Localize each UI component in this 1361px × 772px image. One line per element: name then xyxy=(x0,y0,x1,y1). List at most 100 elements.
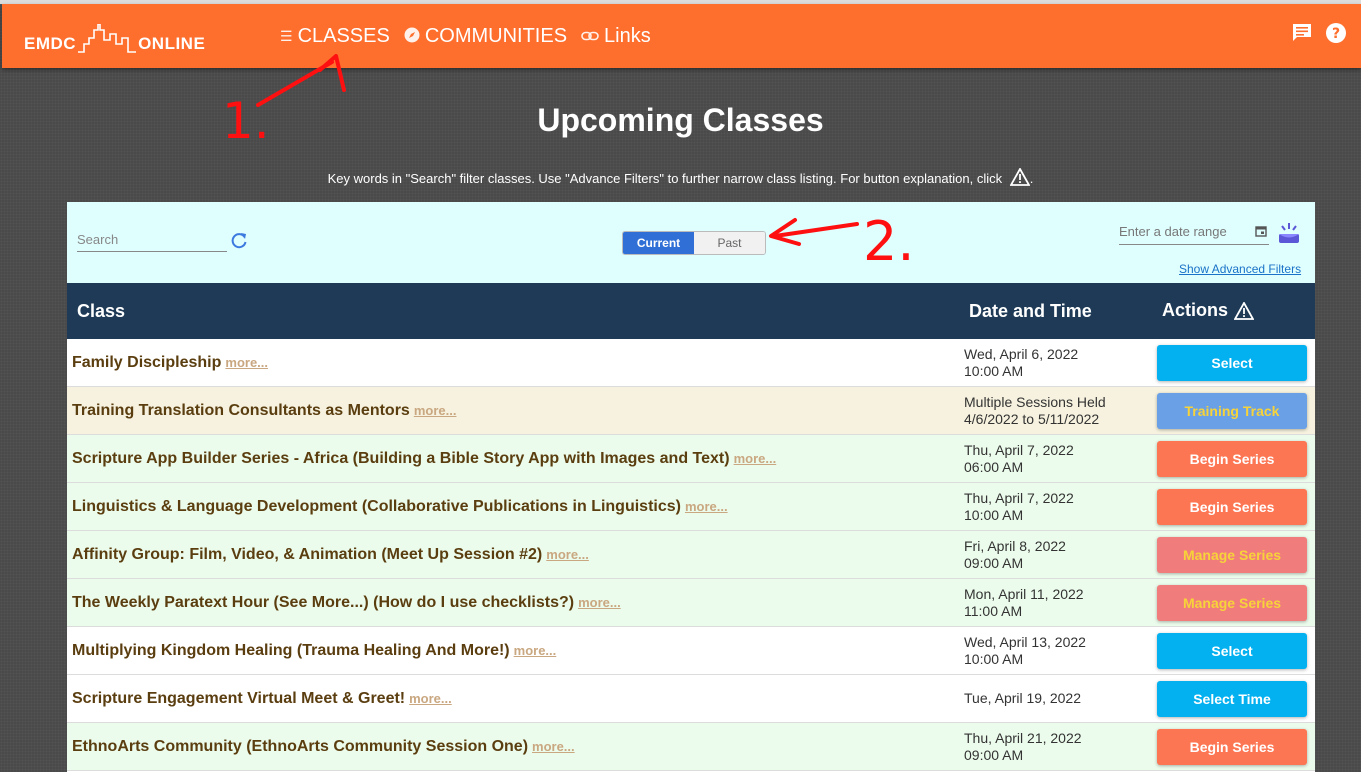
class-title-cell: Linguistics & Language Development (Coll… xyxy=(72,498,728,516)
calendar-icon[interactable] xyxy=(1255,225,1267,240)
time-line: 4/6/2022 to 5/11/2022 xyxy=(964,411,1100,427)
date-time-cell: Thu, April 21, 2022 09:00 AM xyxy=(964,730,1082,764)
class-title[interactable]: Family Discipleship xyxy=(72,354,221,371)
toggle-current[interactable]: Current xyxy=(623,232,694,254)
nav-links-label: Links xyxy=(604,24,651,47)
more-link[interactable]: more... xyxy=(578,595,621,610)
toggle-past[interactable]: Past xyxy=(694,232,765,254)
date-line: Fri, April 8, 2022 xyxy=(964,538,1066,554)
class-title[interactable]: The Weekly Paratext Hour (See More...) (… xyxy=(72,594,574,611)
date-time-cell: Thu, April 7, 2022 10:00 AM xyxy=(964,490,1074,524)
subtitle-end: . xyxy=(1029,171,1034,186)
action-button[interactable]: Begin Series xyxy=(1157,489,1307,525)
compass-icon xyxy=(404,27,420,46)
action-button[interactable]: Manage Series xyxy=(1157,537,1307,573)
classes-panel: Search Current Past Enter a date range S… xyxy=(67,202,1315,772)
class-title[interactable]: Scripture App Builder Series - Africa (B… xyxy=(72,450,730,467)
table-header: Class Date and Time Actions xyxy=(67,283,1315,339)
nav-communities[interactable]: COMMUNITIES xyxy=(404,25,567,48)
action-button[interactable]: Select xyxy=(1157,345,1307,381)
link-icon xyxy=(581,28,599,44)
date-range-placeholder: Enter a date range xyxy=(1119,224,1227,239)
logo-text-left: EMDC xyxy=(24,34,77,53)
action-button[interactable]: Manage Series xyxy=(1157,585,1307,621)
class-title[interactable]: Affinity Group: Film, Video, & Animation… xyxy=(72,546,542,563)
action-button[interactable]: Select xyxy=(1157,633,1307,669)
help-icon[interactable]: ? xyxy=(1325,22,1347,44)
date-line: Multiple Sessions Held xyxy=(964,394,1106,410)
more-link[interactable]: more... xyxy=(546,547,589,562)
time-line: 09:00 AM xyxy=(964,555,1024,571)
date-range-input[interactable]: Enter a date range xyxy=(1119,224,1269,245)
col-actions-label: Actions xyxy=(1162,300,1229,320)
class-title[interactable]: Linguistics & Language Development (Coll… xyxy=(72,498,681,515)
time-line: 10:00 AM xyxy=(964,363,1024,379)
more-link[interactable]: more... xyxy=(734,451,777,466)
col-actions: Actions xyxy=(1162,300,1255,321)
header-icons: ? xyxy=(1291,22,1347,44)
chat-icon[interactable] xyxy=(1291,22,1313,44)
main-nav: ☰ CLASSES COMMUNITIES Links xyxy=(280,4,665,68)
class-title-cell: Scripture Engagement Virtual Meet & Gree… xyxy=(72,690,452,708)
date-line: Tue, April 19, 2022 xyxy=(964,690,1082,706)
more-link[interactable]: more... xyxy=(409,691,452,706)
col-class: Class xyxy=(77,301,126,321)
more-link[interactable]: more... xyxy=(532,739,575,754)
class-title-cell: Family Discipleship more... xyxy=(72,354,268,372)
table-row: Scripture App Builder Series - Africa (B… xyxy=(67,435,1315,483)
more-link[interactable]: more... xyxy=(685,499,728,514)
list-icon: ☰ xyxy=(280,27,293,44)
nav-links[interactable]: Links xyxy=(581,25,651,48)
time-line: 06:00 AM xyxy=(964,459,1024,475)
date-line: Thu, April 7, 2022 xyxy=(964,442,1074,458)
show-advanced-filters-link[interactable]: Show Advanced Filters xyxy=(1179,262,1301,276)
table-row: Family Discipleship more... Wed, April 6, … xyxy=(67,339,1315,387)
table-row: Affinity Group: Film, Video, & Animation… xyxy=(67,531,1315,579)
date-line: Thu, April 21, 2022 xyxy=(964,730,1082,746)
nav-classes[interactable]: ☰ CLASSES xyxy=(280,25,390,48)
date-time-cell: Multiple Sessions Held 4/6/2022 to 5/11/2… xyxy=(964,394,1106,428)
action-button[interactable]: Select Time xyxy=(1157,681,1307,717)
table-row: Scripture Engagement Virtual Meet & Gree… xyxy=(67,675,1315,723)
action-button[interactable]: Training Track xyxy=(1157,393,1307,429)
subtitle-text: Key words in "Search" filter classes. Us… xyxy=(327,171,1003,186)
date-time-cell: Thu, April 7, 2022 06:00 AM xyxy=(964,442,1074,476)
class-list: Family Discipleship more... Wed, April 6, … xyxy=(67,339,1315,771)
emdc-online-logo[interactable]: EMDC ONLINE xyxy=(24,20,205,54)
time-line: 10:00 AM xyxy=(964,651,1024,667)
date-line: Wed, April 13, 2022 xyxy=(964,634,1086,650)
warning-icon[interactable] xyxy=(1009,167,1031,189)
class-title-cell: Training Translation Consultants as Ment… xyxy=(72,402,456,420)
more-link[interactable]: more... xyxy=(225,355,268,370)
class-title[interactable]: Scripture Engagement Virtual Meet & Gree… xyxy=(72,690,405,707)
more-link[interactable]: more... xyxy=(414,403,457,418)
table-row: Multiplying Kingdom Healing (Trauma Heal… xyxy=(67,627,1315,675)
filter-bar: Search Current Past Enter a date range S… xyxy=(67,202,1315,283)
class-title-cell: Scripture App Builder Series - Africa (B… xyxy=(72,450,776,468)
table-row: The Weekly Paratext Hour (See More...) (… xyxy=(67,579,1315,627)
page-subtitle: Key words in "Search" filter classes. Us… xyxy=(0,167,1361,189)
action-button[interactable]: Begin Series xyxy=(1157,441,1307,477)
class-title[interactable]: Training Translation Consultants as Ment… xyxy=(72,402,410,419)
filter-reset-icon[interactable] xyxy=(1277,221,1301,250)
date-time-cell: Mon, April 11, 2022 11:00 AM xyxy=(964,586,1084,620)
time-line: 09:00 AM xyxy=(964,747,1024,763)
refresh-icon[interactable] xyxy=(230,232,248,255)
time-line: 11:00 AM xyxy=(964,603,1023,619)
date-time-cell: Tue, April 19, 2022 xyxy=(964,690,1081,707)
action-button[interactable]: Begin Series xyxy=(1157,729,1307,765)
page-title: Upcoming Classes xyxy=(537,102,824,138)
class-title[interactable]: Multiplying Kingdom Healing (Trauma Heal… xyxy=(72,642,510,659)
search-input[interactable]: Search xyxy=(77,232,227,252)
date-line: Thu, April 7, 2022 xyxy=(964,490,1074,506)
logo-text-right: ONLINE xyxy=(138,34,206,53)
table-row: Linguistics & Language Development (Coll… xyxy=(67,483,1315,531)
class-title-cell: Affinity Group: Film, Video, & Animation… xyxy=(72,546,589,564)
actions-warning-icon[interactable] xyxy=(1234,301,1255,320)
class-title-cell: The Weekly Paratext Hour (See More...) (… xyxy=(72,594,621,612)
date-time-cell: Fri, April 8, 2022 09:00 AM xyxy=(964,538,1066,572)
more-link[interactable]: more... xyxy=(514,643,557,658)
class-title[interactable]: EthnoArts Community (EthnoArts Community… xyxy=(72,738,528,755)
class-title-cell: Multiplying Kingdom Healing (Trauma Heal… xyxy=(72,642,556,660)
date-line: Wed, April 6, 2022 xyxy=(964,346,1079,362)
